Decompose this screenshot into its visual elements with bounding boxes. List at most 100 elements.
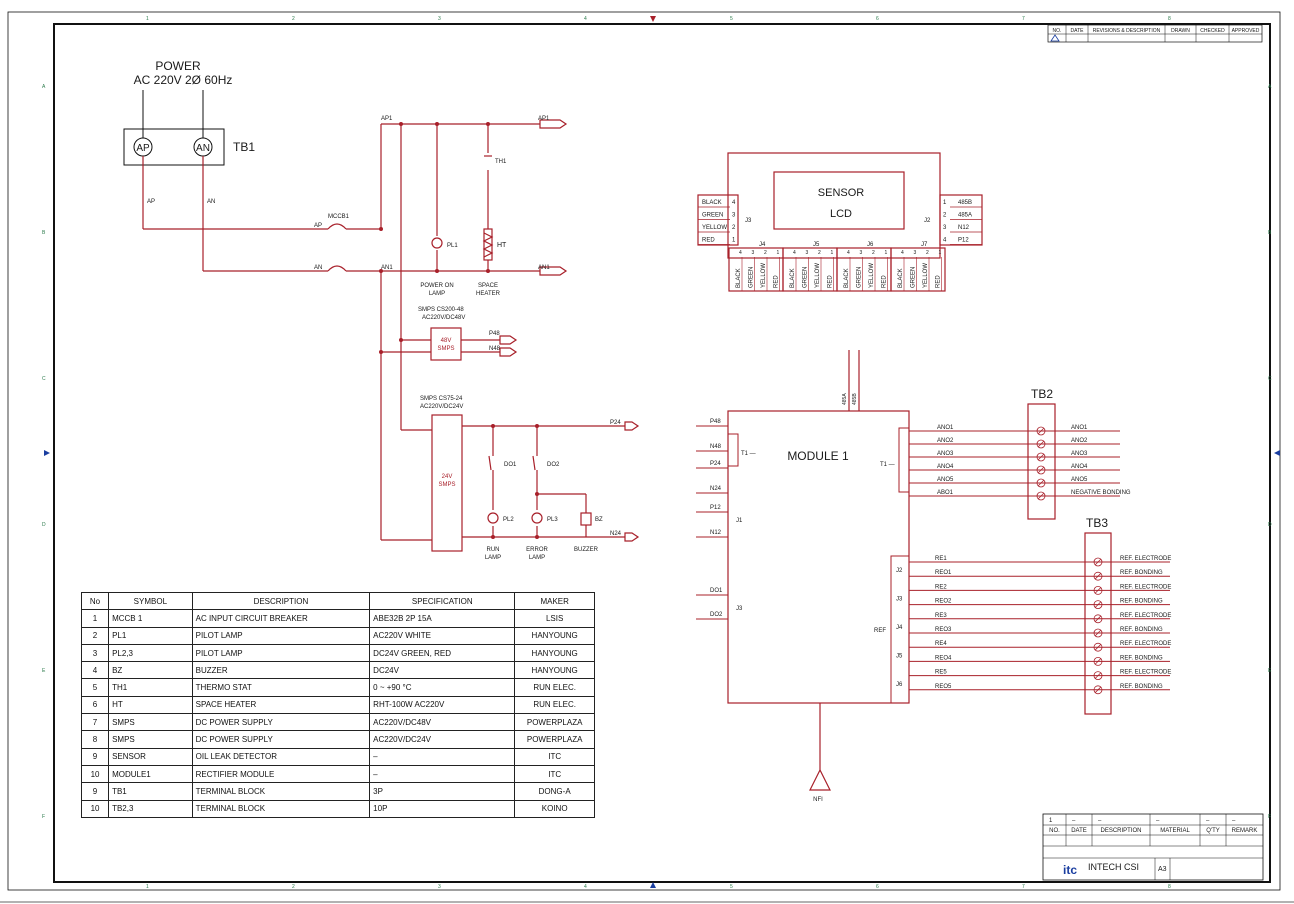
sensor-left-pin-num: 3 — [732, 213, 736, 219]
tb3-output-label: REF. ELECTRODE — [1120, 641, 1171, 647]
bom-cell: TERMINAL BLOCK — [191, 799, 371, 818]
module-t1-right-label: T1 — — [880, 462, 895, 468]
sensor-left-pins: BLACK 4 GREEN 3 YELLOW 2 RED 1 — [698, 200, 736, 245]
sensor-bottom-connector-label: J7 — [921, 242, 928, 248]
pl3-label: PL3 — [547, 517, 558, 523]
titleblock-header: REMARK — [1232, 828, 1258, 834]
module-ref-pin: REO3 — [935, 627, 952, 633]
bom-cell: RECTIFIER MODULE — [191, 764, 371, 784]
zone-row-left: F — [42, 814, 45, 820]
bom-cell: DC24V — [369, 661, 516, 680]
tb3-output-label: REF. BONDING — [1120, 570, 1163, 576]
net-label-p48: P48 — [489, 331, 500, 337]
sheet-size: A3 — [1158, 866, 1167, 873]
bom-cell: TH1 — [108, 678, 193, 697]
run-lamp-l1: RUN — [487, 547, 500, 553]
titleblock-header: NO. — [1049, 828, 1060, 834]
run-lamp-l2: LAMP — [485, 555, 501, 561]
bom-cell: BUZZER — [191, 661, 371, 680]
module-left-pin: P24 — [710, 461, 721, 467]
revision-header: APPROVED — [1232, 28, 1260, 34]
zone-row-right: B — [1268, 230, 1272, 236]
sensor-right-pins: 485B 1 485A 2 N12 3 P12 4 — [943, 200, 982, 245]
module-ref-label: REF — [874, 628, 886, 634]
module-right-pins: T1 — ANO1 ANO2 ANO3 ANO4 ANO5 ABO1 — [880, 425, 1120, 497]
module-ref-pin: REO5 — [935, 684, 952, 690]
sensor-right-pin-num: 1 — [943, 200, 947, 206]
module-ref-conn-label: J3 — [896, 597, 903, 603]
zone-row-left: C — [42, 376, 46, 382]
bom-cell: BZ — [108, 661, 193, 680]
bom-cell: MCCB 1 — [108, 609, 193, 628]
module-ref-conn-label: J2 — [896, 568, 903, 574]
bom-cell: KOINO — [514, 799, 595, 818]
ground-label: NFI — [813, 797, 823, 803]
tb3-output-label: REF. ELECTRODE — [1120, 670, 1171, 676]
bom-cell: – — [369, 747, 516, 766]
sensor-bottom-connector-label: J6 — [867, 242, 874, 248]
revision-header: DRAWN — [1171, 28, 1190, 34]
smps48-box — [430, 327, 462, 361]
module-left-pins: P48 N48 P24 N24 P12 N12 DO1 DO2 T1 — J1 J3 — [696, 419, 756, 620]
smps24-label-l1: 24V — [442, 474, 453, 480]
sensor-bottom-connectors: J4 4 BLACK 3 GREEN 2 YELLOW 1 RED J5 4 BLACK 3 GREEN 2… — [728, 242, 946, 292]
bom-cell: HT — [108, 695, 193, 715]
bom-row: 9 TB1 TERMINAL BLOCK 3P DONG-A — [80, 782, 595, 801]
bom-row: 9 SENSOR OIL LEAK DETECTOR – ITC — [80, 747, 595, 766]
bom-cell: RUN ELEC. — [514, 678, 595, 697]
bom-header-cell: SPECIFICATION — [369, 591, 516, 611]
sensor-bottom-pin: YELLOW — [761, 263, 767, 288]
bom-cell: LSIS — [514, 609, 595, 628]
bom-header-cell: SYMBOL — [108, 591, 193, 611]
sensor-bottom-pin: BLACK — [790, 268, 796, 288]
titleblock-header: MATERIAL — [1160, 828, 1190, 834]
tb3-output-label: REF. BONDING — [1120, 655, 1163, 661]
right-center-mark — [1274, 450, 1280, 456]
tb3-output-label: REF. ELECTRODE — [1120, 584, 1171, 590]
zone-row-right: E — [1268, 668, 1272, 674]
sensor-right-pin-num: 4 — [943, 238, 947, 244]
bom-cell: HANYOUNG — [514, 626, 595, 645]
bom-cell: 8 — [80, 730, 110, 749]
net-label-n48: N48 — [489, 346, 501, 352]
bom-cell: 6 — [80, 695, 110, 715]
zone-col-top: 1 — [146, 16, 149, 22]
zone-col-top: 8 — [1168, 16, 1171, 22]
module-left-pin: N24 — [710, 486, 722, 492]
bom-cell: PL1 — [108, 626, 193, 645]
module-j3-label: J3 — [736, 606, 743, 612]
module-right-pin: ANO3 — [937, 451, 954, 457]
sensor-bottom-pin: YELLOW — [869, 263, 875, 288]
module-ref-conn-label: J6 — [896, 682, 903, 688]
bom-cell: POWERPLAZA — [514, 713, 595, 732]
sensor-left-pin-num: 2 — [732, 225, 736, 231]
sensor-bottom-pin: BLACK — [736, 268, 742, 288]
tb3-output-label: REF. BONDING — [1120, 684, 1163, 690]
tb2-output-label: ANO3 — [1071, 451, 1088, 457]
tb2-output-label: ANO5 — [1071, 477, 1088, 483]
bom-row: 3 PL2,3 PILOT LAMP DC24V GREEN, RED HANYOUNG — [80, 643, 595, 663]
module-right-pin: ABO1 — [937, 490, 954, 496]
titleblock-row1-cell: – — [1206, 818, 1210, 824]
sensor-right-pin: 485B — [958, 200, 972, 206]
bom-cell: SMPS — [108, 713, 193, 732]
bom-row: 8 SMPS DC POWER SUPPLY AC220V/DC24V POWERPLA… — [80, 730, 595, 749]
bom-cell: RHT-100W AC220V — [369, 695, 516, 715]
module-ref-conn-label: J5 — [896, 654, 903, 660]
bom-cell: 3 — [80, 643, 110, 663]
tb3-output-label: REF. ELECTRODE — [1120, 556, 1171, 562]
net-label-an1-out: AN1 — [538, 265, 550, 271]
net-label-an-mccb: AN — [314, 265, 322, 271]
module-485b-label: 485B — [852, 393, 858, 405]
bom-cell: SMPS — [108, 730, 193, 749]
bom-cell: TB2,3 — [108, 799, 193, 818]
sensor-bottom-pin: RED — [882, 275, 888, 288]
smps48-label-l1: 48V — [441, 338, 452, 344]
sensor-bottom-pin-num: 3 — [806, 250, 809, 256]
power-on-lamp-l2: LAMP — [429, 291, 445, 297]
sensor-bottom-pin-num: 3 — [752, 250, 755, 256]
module-left-pin: N12 — [710, 530, 722, 536]
zone-row-right: D — [1268, 522, 1272, 528]
zone-col-top: 5 — [730, 16, 733, 22]
zone-col-bottom: 2 — [292, 884, 295, 890]
